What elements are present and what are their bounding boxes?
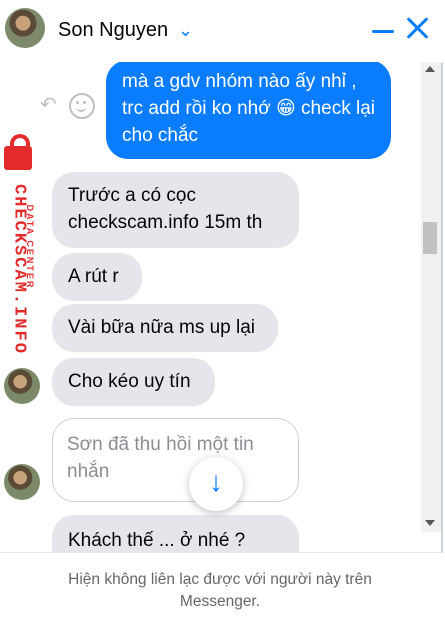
lock-icon bbox=[4, 134, 32, 170]
incoming-message[interactable]: Cho kéo uy tín bbox=[52, 358, 215, 406]
incoming-message[interactable]: Khách thế ... ở nhé ? bbox=[52, 515, 299, 552]
reply-icon[interactable]: ↶ bbox=[40, 92, 57, 117]
watermark-text: CHECKSCAM.INFO bbox=[9, 184, 29, 355]
arrow-down-icon: ↓ bbox=[209, 466, 223, 497]
contact-avatar[interactable] bbox=[4, 464, 40, 500]
close-icon[interactable] bbox=[404, 15, 430, 41]
contact-name[interactable]: Son Nguyen bbox=[58, 19, 168, 42]
minus-icon[interactable] bbox=[372, 30, 394, 33]
outgoing-message[interactable]: mà a gdv nhóm nào ấy nhỉ , trc add rồi k… bbox=[106, 62, 391, 159]
incoming-message[interactable]: A rút r bbox=[52, 253, 142, 301]
chat-window: Son Nguyen ⌄ mà a gdv nhóm nào ấy nhỉ , … bbox=[0, 0, 443, 634]
composer-disabled-notice: Hiện không liên lạc được với người này t… bbox=[0, 552, 443, 634]
scrollbar-thumb[interactable] bbox=[423, 222, 437, 254]
scroll-to-bottom-button[interactable]: ↓ bbox=[189, 457, 243, 511]
recalled-message: Sơn đã thu hồi một tin nhắn bbox=[52, 418, 299, 502]
scroll-down-arrow[interactable] bbox=[425, 520, 435, 526]
chevron-down-icon[interactable]: ⌄ bbox=[178, 20, 193, 41]
watermark-logo: DATA CENTER CHECKSCAM.INFO bbox=[2, 134, 50, 362]
incoming-message[interactable]: Vài bữa nữa ms up lại bbox=[52, 304, 278, 352]
chat-header: Son Nguyen ⌄ bbox=[0, 0, 443, 63]
scrollbar[interactable] bbox=[421, 62, 441, 532]
reaction-icon[interactable] bbox=[69, 93, 95, 119]
scroll-up-arrow[interactable] bbox=[425, 66, 435, 72]
message-list[interactable]: mà a gdv nhóm nào ấy nhỉ , trc add rồi k… bbox=[0, 62, 421, 552]
unavailable-notice: Hiện không liên lạc được với người này t… bbox=[68, 571, 372, 610]
contact-avatar[interactable] bbox=[4, 368, 40, 404]
contact-avatar[interactable] bbox=[5, 8, 45, 48]
incoming-message[interactable]: Trước a có cọc checkscam.info 15m th bbox=[52, 172, 299, 248]
